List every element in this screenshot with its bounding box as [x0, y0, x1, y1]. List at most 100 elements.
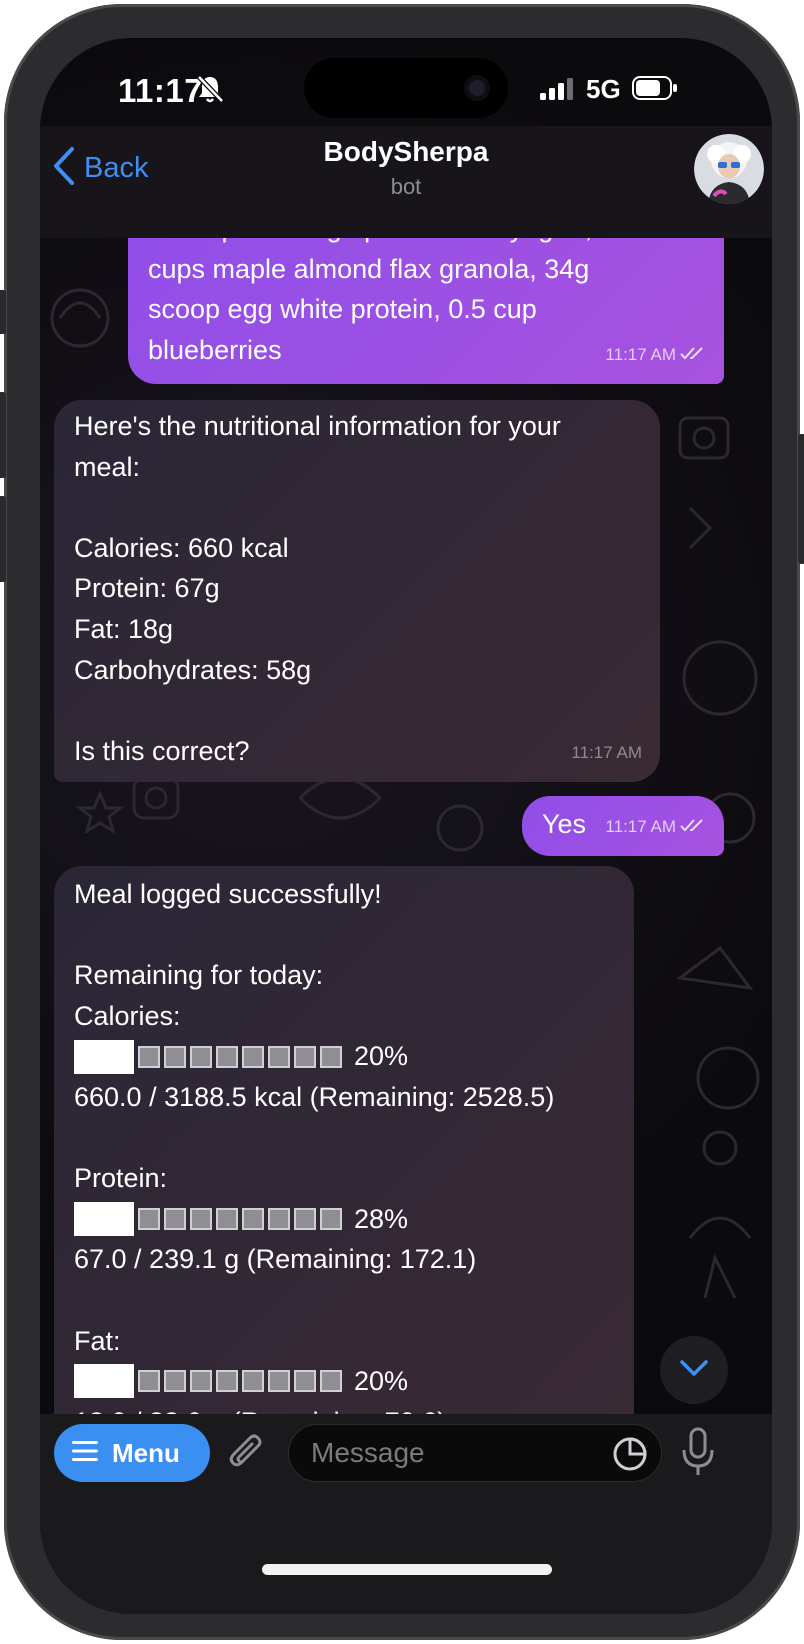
progress-block-empty: [190, 1208, 212, 1231]
volume-up-button: [0, 392, 6, 478]
message-list[interactable]: 1.5 cups 0% fage plain Greek yogurt, 0.5…: [40, 238, 772, 1414]
screen: 11:17 5G Back BodySherpa bot cups maple …: [40, 38, 772, 1614]
status-bar: 11:17 5G: [40, 38, 772, 126]
progress-block-filled: [74, 1039, 134, 1074]
progress-block-empty: [164, 1370, 186, 1393]
progress-block-empty: [138, 1370, 160, 1393]
silent-switch: [0, 290, 6, 334]
volume-down-button: [0, 496, 6, 582]
progress-block-empty: [138, 1045, 160, 1068]
message-text-line: [74, 1118, 614, 1159]
avatar[interactable]: [694, 134, 764, 204]
progress-bar: 20%: [74, 1361, 614, 1402]
progress-percent: 20%: [354, 1366, 409, 1397]
paperclip-icon[interactable]: [226, 1430, 266, 1479]
progress-block-empty: [164, 1045, 186, 1068]
menu-label: Menu: [112, 1437, 180, 1468]
message-text-line: Meal logged successfully!: [74, 879, 382, 909]
signal-icon: [540, 78, 576, 105]
dynamic-island: [304, 58, 508, 118]
outgoing-message[interactable]: 1.5 cups 0% fage plain Greek yogurt, 0.5…: [128, 238, 724, 384]
chevron-down-icon: [679, 1359, 709, 1382]
power-button: [798, 434, 804, 564]
composer-bar: Menu: [40, 1414, 772, 1614]
progress-block-empty: [320, 1370, 342, 1393]
progress-blocks: [74, 1202, 346, 1237]
progress-block-filled: [74, 1364, 134, 1399]
chat-subtitle: bot: [390, 174, 422, 199]
progress-block-empty: [242, 1208, 264, 1231]
message-text-line: [74, 487, 640, 528]
microphone-icon[interactable]: [680, 1426, 716, 1483]
progress-bar: 28%: [74, 1199, 614, 1240]
message-text-line: cups maple almond flax granola, 34g: [148, 253, 590, 284]
scroll-down-button[interactable]: [660, 1336, 728, 1404]
progress-label: Calories:: [74, 1000, 181, 1031]
progress-block-empty: [216, 1045, 238, 1068]
progress-blocks: [74, 1039, 346, 1074]
progress-block-empty: [268, 1045, 290, 1068]
progress-block-empty: [138, 1208, 160, 1231]
progress-label: Fat:: [74, 1325, 121, 1356]
message-time: 11:17 AM: [605, 817, 676, 837]
message-text-line: scoop egg white protein, 0.5 cup: [148, 294, 537, 325]
message-text-line: Is this correct?: [74, 735, 250, 766]
message-text-line: [74, 1280, 614, 1321]
message-text-line: Protein: 67g: [74, 573, 220, 604]
message-time: 11:17 AM: [605, 345, 676, 365]
sticker-icon[interactable]: [612, 1436, 648, 1477]
message-text-line: Here's the nutritional information for y…: [74, 411, 561, 441]
progress-block-empty: [268, 1370, 290, 1393]
progress-block-empty: [268, 1208, 290, 1231]
progress-block-empty: [190, 1370, 212, 1393]
progress-block-filled: [74, 1202, 134, 1237]
progress-detail: 67.0 / 239.1 g (Remaining: 172.1): [74, 1244, 477, 1275]
message-text-line: 1.5 cups 0% fage plain Greek yogurt, 0.5: [148, 238, 704, 249]
home-indicator[interactable]: [262, 1564, 552, 1575]
camera-icon: [464, 75, 490, 101]
phone-frame: 11:17 5G Back BodySherpa bot cups maple …: [0, 4, 804, 1640]
progress-percent: 28%: [354, 1203, 409, 1234]
hamburger-icon: [72, 1440, 98, 1466]
outgoing-message[interactable]: Yes 11:17 AM: [522, 796, 724, 856]
message-text-line: Fat: 18g: [74, 613, 174, 644]
progress-block-empty: [294, 1045, 316, 1068]
message-meta: 11:17 AM: [605, 335, 706, 376]
progress-block-empty: [216, 1208, 238, 1231]
progress-percent: 20%: [354, 1041, 409, 1072]
progress-block-empty: [190, 1045, 212, 1068]
bell-slash-icon: [196, 74, 224, 109]
progress-block-empty: [294, 1370, 316, 1393]
incoming-message[interactable]: Meal logged successfully! Remaining for …: [54, 866, 634, 1414]
message-meta: 11:17 AM: [605, 807, 706, 848]
message-meta: 11:17 AM: [571, 733, 642, 774]
progress-block-empty: [164, 1208, 186, 1231]
progress-bar: 20%: [74, 1036, 614, 1077]
message-time: 11:17 AM: [571, 743, 642, 763]
double-check-icon: [680, 335, 706, 376]
progress-block-empty: [216, 1370, 238, 1393]
progress-blocks: [74, 1364, 346, 1399]
incoming-message[interactable]: Here's the nutritional information for y…: [54, 400, 660, 782]
double-check-icon: [680, 807, 706, 848]
network-type: 5G: [586, 74, 621, 104]
progress-detail: 18.0 / 88.6 g (Remaining: 70.6): [74, 1402, 614, 1414]
progress-block-empty: [320, 1045, 342, 1068]
message-text-line: [74, 915, 614, 956]
progress-label: Protein:: [74, 1163, 168, 1194]
status-time: 11:17: [118, 72, 204, 109]
progress-block-empty: [242, 1370, 264, 1393]
message-text-line: Remaining for today:: [74, 960, 324, 991]
battery-icon: [632, 76, 678, 105]
progress-block-empty: [294, 1208, 316, 1231]
progress-detail: 660.0 / 3188.5 kcal (Remaining: 2528.5): [74, 1081, 555, 1112]
message-text-line: Calories: 660 kcal: [74, 532, 289, 563]
chat-header: Back BodySherpa bot: [40, 126, 772, 238]
message-text-line: Carbohydrates: 58g: [74, 654, 312, 685]
message-text-line: [74, 690, 640, 731]
chat-title[interactable]: BodySherpa: [40, 136, 772, 168]
progress-block-empty: [242, 1045, 264, 1068]
message-input[interactable]: [288, 1424, 662, 1482]
message-text-line: meal:: [74, 451, 141, 482]
menu-button[interactable]: Menu: [54, 1424, 210, 1482]
